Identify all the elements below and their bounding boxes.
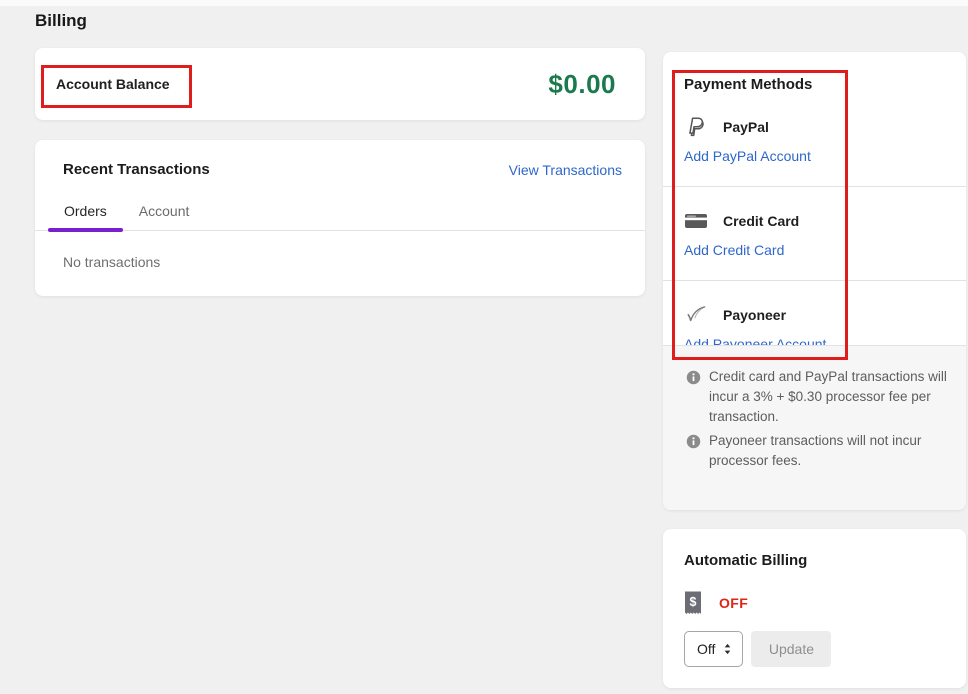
page-title: Billing [35, 9, 87, 32]
payoneer-label: Payoneer [723, 307, 786, 323]
processor-fee-note: Credit card and PayPal transactions will… [686, 367, 954, 427]
paypal-icon [684, 115, 708, 139]
info-icon [686, 370, 701, 385]
auto-billing-select[interactable]: Off [684, 631, 743, 667]
account-balance-card: Account Balance $0.00 [35, 48, 645, 120]
tab-account[interactable]: Account [123, 193, 206, 230]
svg-text:$: $ [690, 595, 697, 609]
processor-fee-note-text: Credit card and PayPal transactions will… [709, 367, 954, 427]
recent-transactions-title: Recent Transactions [63, 161, 210, 178]
view-transactions-link[interactable]: View Transactions [509, 162, 622, 178]
payment-method-paypal: PayPal Add PayPal Account [663, 93, 966, 186]
paypal-label: PayPal [723, 119, 769, 135]
payoneer-icon [684, 303, 708, 327]
account-balance-label: Account Balance [56, 76, 170, 92]
payment-methods-title: Payment Methods [663, 52, 966, 93]
account-balance-amount: $0.00 [548, 69, 616, 100]
auto-billing-select-value: Off [697, 641, 715, 657]
payoneer-fee-note-text: Payoneer transactions will not incur pro… [709, 431, 954, 471]
tab-orders[interactable]: Orders [48, 193, 123, 230]
credit-card-label: Credit Card [723, 213, 799, 229]
billing-page: Billing Account Balance $0.00 Recent Tra… [0, 0, 968, 694]
info-icon [686, 434, 701, 449]
payment-methods-card: Payment Methods PayPal Add PayPal Accoun… [663, 52, 966, 510]
automatic-billing-card: Automatic Billing $ OFF Off Upda [663, 529, 966, 688]
payoneer-fee-note: Payoneer transactions will not incur pro… [686, 431, 954, 471]
automatic-billing-status-row: $ OFF [684, 590, 945, 616]
select-arrows-icon [723, 642, 732, 656]
no-transactions-text: No transactions [35, 231, 645, 270]
automatic-billing-controls: Off Update [684, 631, 945, 667]
transactions-tabs: Orders Account [35, 193, 645, 231]
add-credit-card-link[interactable]: Add Credit Card [684, 242, 784, 258]
add-paypal-link[interactable]: Add PayPal Account [684, 148, 811, 164]
top-strip [0, 0, 968, 6]
payment-method-credit-card: Credit Card Add Credit Card [663, 186, 966, 280]
automatic-billing-status: OFF [719, 595, 748, 611]
credit-card-icon [684, 209, 708, 233]
payment-methods-notes: Credit card and PayPal transactions will… [663, 345, 966, 510]
automatic-billing-title: Automatic Billing [684, 529, 945, 569]
receipt-dollar-icon: $ [684, 591, 702, 616]
recent-transactions-header: Recent Transactions View Transactions [35, 140, 645, 178]
update-button[interactable]: Update [751, 631, 831, 667]
recent-transactions-card: Recent Transactions View Transactions Or… [35, 140, 645, 296]
tab-orders-label: Orders [64, 203, 107, 219]
tab-account-label: Account [139, 203, 190, 219]
